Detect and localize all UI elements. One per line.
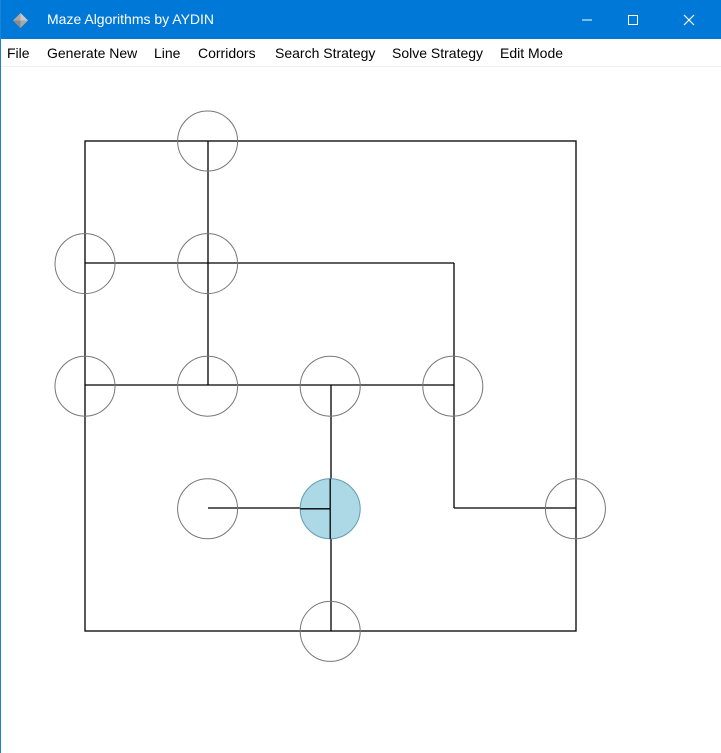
maze-node[interactable]	[177, 478, 239, 540]
minimize-button[interactable]	[564, 0, 610, 39]
title-bar[interactable]: Maze Algorithms by AYDIN	[1, 0, 721, 39]
diamond-app-icon	[13, 13, 28, 28]
menu-solve-strategy[interactable]: Solve Strategy	[392, 45, 483, 61]
maze-corridors	[85, 141, 576, 631]
close-button[interactable]	[656, 0, 721, 39]
menu-edit-mode[interactable]: Edit Mode	[500, 45, 563, 61]
maze-nodes	[54, 110, 606, 662]
maximize-icon	[628, 14, 638, 25]
menu-generate-new[interactable]: Generate New	[47, 45, 137, 61]
window-title: Maze Algorithms by AYDIN	[47, 11, 215, 27]
menu-bar: File Generate New Line Corridors Search …	[1, 39, 721, 67]
maze-node[interactable]	[299, 355, 361, 417]
menu-search-strategy[interactable]: Search Strategy	[275, 45, 375, 61]
maze-node[interactable]	[422, 355, 484, 417]
menu-file[interactable]: File	[7, 45, 30, 61]
close-icon	[683, 14, 695, 25]
maximize-button[interactable]	[610, 0, 656, 39]
maze-canvas[interactable]	[1, 67, 721, 753]
app-window: Maze Algorithms by AYDIN File Generate N…	[0, 0, 721, 753]
menu-corridors[interactable]: Corridors	[198, 45, 256, 61]
menu-line[interactable]: Line	[154, 45, 180, 61]
minimize-icon	[582, 19, 592, 20]
